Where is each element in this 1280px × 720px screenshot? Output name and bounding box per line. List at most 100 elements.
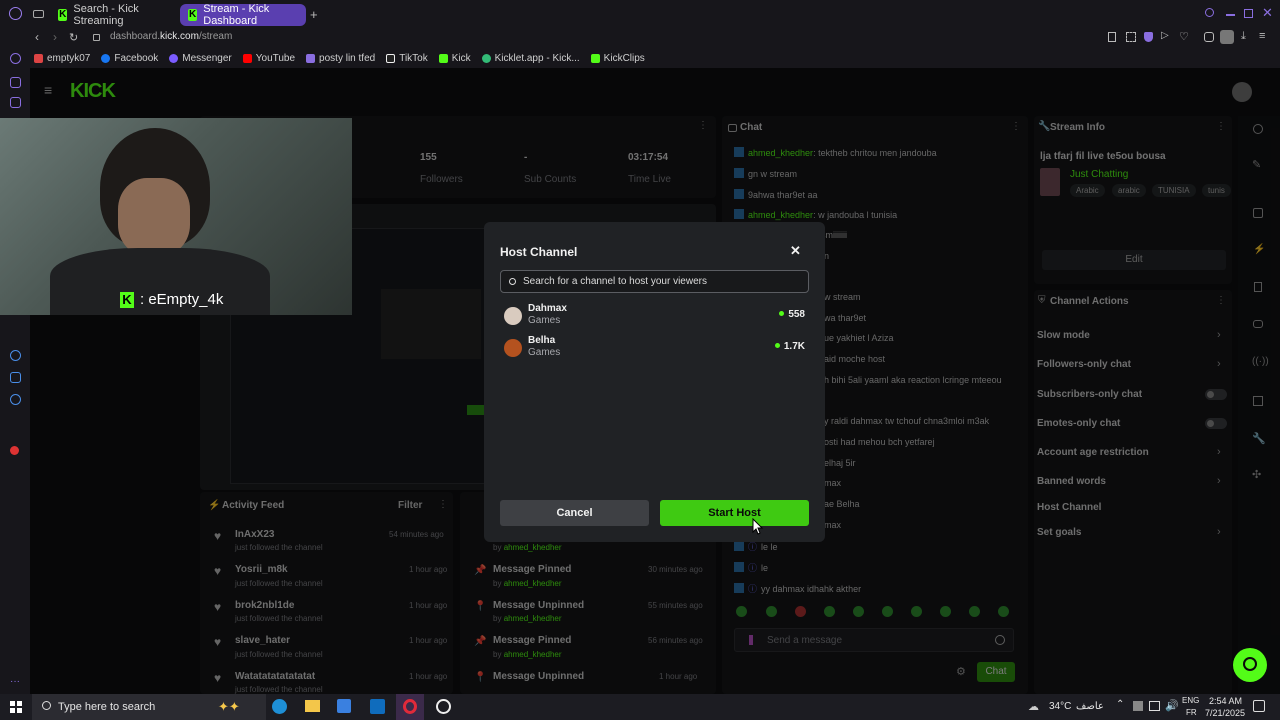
channel-name: Belha (528, 335, 556, 346)
kick-icon (590, 53, 600, 63)
minimize-icon[interactable] (1226, 14, 1235, 16)
url-path: /stream (198, 31, 233, 42)
browser-logo-icon (9, 7, 22, 20)
headset-icon (1243, 657, 1257, 671)
search-highlight-icon: ✦✦ (218, 699, 240, 714)
bookmarks-bar: emptyk07 Facebook Messenger YouTube post… (0, 48, 1280, 68)
cancel-button[interactable]: Cancel (500, 500, 649, 526)
cancel-label: Cancel (556, 507, 593, 519)
tiktok-icon (386, 53, 396, 63)
opera-gx-icon[interactable] (436, 699, 451, 714)
search-icon (42, 701, 51, 710)
profile-avatar-icon[interactable] (1220, 30, 1234, 44)
opera-taskbar-button[interactable] (396, 694, 424, 720)
youtube-icon (242, 53, 252, 63)
clock-date[interactable]: 7/21/2025 (1205, 708, 1245, 718)
store-icon[interactable] (337, 699, 351, 713)
weather-icon[interactable]: ☁ (1028, 700, 1039, 713)
tray-app-icon[interactable] (1133, 701, 1143, 711)
close-icon[interactable]: ✕ (790, 243, 801, 259)
extensions-icon[interactable] (1204, 32, 1214, 42)
bookmark-label: Kick (451, 52, 471, 64)
bookmark-gmail[interactable]: emptyk07 (34, 53, 90, 64)
clock-rail-icon[interactable] (10, 350, 21, 361)
language-top[interactable]: ENG (1182, 696, 1199, 705)
messenger-icon (169, 53, 179, 63)
bookmark-posty[interactable]: posty lin tfed (306, 53, 375, 64)
record-rail-icon[interactable] (10, 446, 19, 455)
bookmark-kickclips[interactable]: KickClips (590, 53, 645, 64)
outlook-icon[interactable] (370, 699, 385, 714)
channel-option-dahmax[interactable]: Dahmax Games 558 (504, 303, 805, 331)
tray-chevron-icon[interactable]: ⌃ (1116, 699, 1124, 710)
facebook-icon (101, 53, 111, 63)
tab-toggle-icon[interactable] (33, 10, 44, 18)
volume-icon[interactable]: 🔊 (1165, 699, 1179, 712)
heart-icon[interactable]: ♡ (1179, 30, 1189, 43)
language-bottom[interactable]: FR (1186, 708, 1197, 717)
bookmark-icon[interactable] (1108, 32, 1116, 42)
channel-option-belha[interactable]: Belha Games 1.7K (504, 335, 805, 363)
tab-kick-dashboard[interactable]: K Stream - Kick Dashboard (180, 3, 306, 27)
twitch-rail-icon[interactable] (10, 97, 21, 108)
chat-rail-icon[interactable] (10, 372, 21, 383)
bookmark-kick[interactable]: Kick (438, 52, 471, 64)
url-field[interactable]: dashboard.kick.com/stream (110, 31, 232, 42)
address-bar: ‹ › ↻ dashboard.kick.com/stream ▷ ♡ ⤓ ≡ (0, 28, 1280, 48)
windows-start-icon[interactable] (10, 701, 22, 713)
channel-category: Games (528, 315, 561, 326)
new-tab-icon[interactable]: + (310, 7, 318, 22)
clock-time[interactable]: 2:54 AM (1209, 696, 1242, 706)
weather-desc: عاصف (1076, 701, 1104, 712)
bookmark-messenger[interactable]: Messenger (169, 53, 232, 64)
back-icon[interactable]: ‹ (35, 30, 39, 44)
network-icon[interactable] (1149, 701, 1160, 711)
shield-icon[interactable] (1144, 32, 1153, 42)
download-icon[interactable]: ⤓ (1241, 30, 1246, 43)
maximize-icon[interactable] (1244, 9, 1253, 18)
search-placeholder: Search for a channel to host your viewer… (523, 276, 707, 287)
lock-icon (93, 34, 100, 41)
notifications-icon[interactable] (1253, 700, 1265, 712)
reload-icon[interactable]: ↻ (69, 31, 78, 44)
bookmark-facebook[interactable]: Facebook (101, 53, 158, 64)
viewer-count: 1.7K (775, 341, 805, 352)
file-explorer-icon[interactable] (305, 700, 320, 712)
webcam-face (118, 178, 190, 256)
search-icon (509, 278, 516, 285)
settings-rail-icon[interactable] (10, 394, 21, 405)
modal-title: Host Channel (500, 245, 578, 259)
bookmark-kicklet[interactable]: Kicklet.app - Kick... (481, 53, 580, 64)
bookmark-tiktok[interactable]: TikTok (386, 53, 428, 64)
discord-rail-icon[interactable] (10, 77, 21, 88)
search-tabs-icon[interactable] (1205, 8, 1214, 17)
webcam-username: : eEmpty_4k (140, 291, 224, 308)
messenger-rail-icon[interactable] (10, 53, 21, 64)
bookmark-label: TikTok (399, 52, 428, 64)
support-button[interactable] (1233, 648, 1267, 682)
viewer-count: 558 (779, 309, 805, 320)
host-search-input[interactable]: Search for a channel to host your viewer… (500, 270, 809, 293)
kick-icon (438, 53, 448, 63)
bookmark-label: emptyk07 (47, 52, 91, 64)
mouse-cursor-icon (752, 518, 764, 535)
avatar (504, 307, 522, 325)
forward-icon[interactable]: › (53, 30, 57, 44)
edge-icon[interactable] (272, 699, 287, 714)
channel-name: Dahmax (528, 303, 567, 314)
bookmark-label: YouTube (255, 52, 296, 64)
rail-more-icon[interactable]: ··· (10, 676, 20, 687)
browser-tab-bar: K Search - Kick Streaming K Stream - Kic… (0, 0, 1280, 28)
close-window-icon[interactable]: ✕ (1262, 5, 1273, 21)
screenshot-icon[interactable] (1126, 32, 1136, 42)
play-icon[interactable]: ▷ (1161, 30, 1169, 41)
kick-logo-icon: K (120, 292, 134, 308)
weather-temp[interactable]: 34°C (1049, 701, 1071, 712)
taskbar-search-input[interactable]: Type here to search ✦✦ (32, 694, 266, 720)
menu-icon[interactable]: ≡ (1259, 30, 1265, 42)
start-host-button[interactable]: Start Host (660, 500, 809, 526)
tab-search-kick[interactable]: K Search - Kick Streaming (50, 3, 174, 27)
bookmark-label: posty lin tfed (319, 52, 376, 64)
avatar (504, 339, 522, 357)
bookmark-youtube[interactable]: YouTube (242, 52, 296, 64)
